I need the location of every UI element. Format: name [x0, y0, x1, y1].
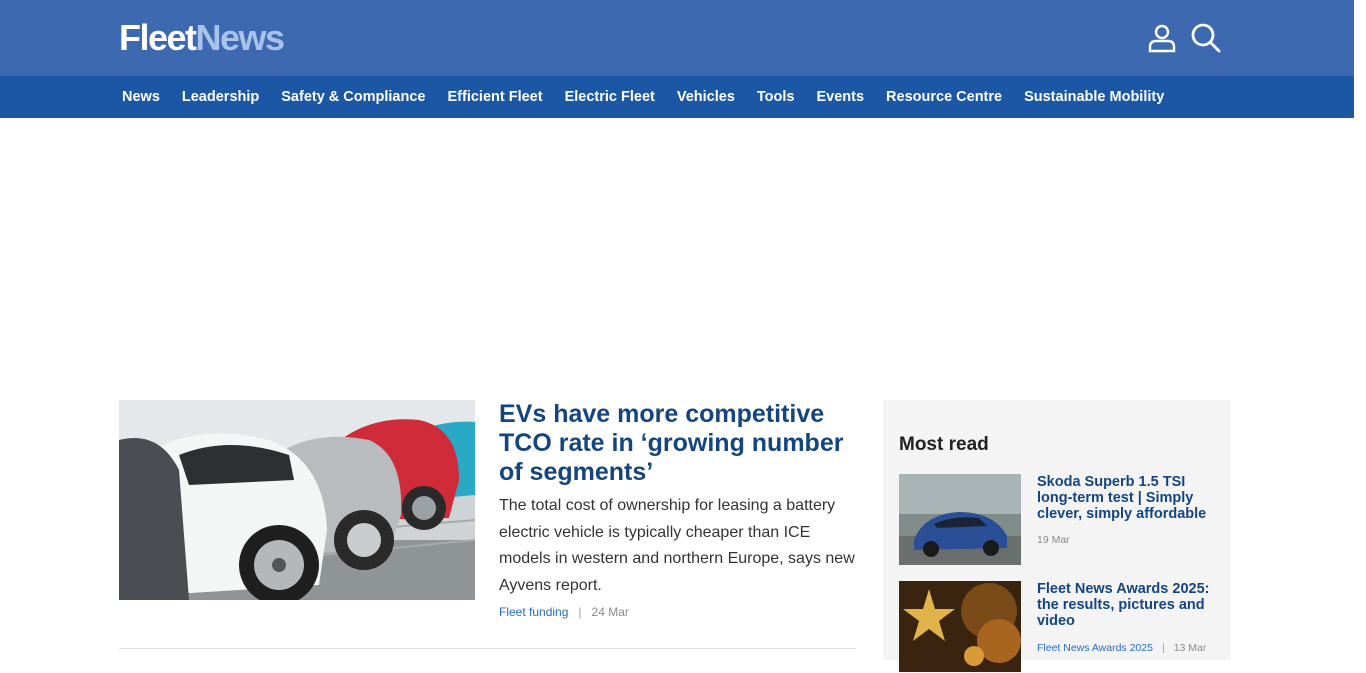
most-read-heading: Most read: [899, 434, 989, 455]
most-read-item[interactable]: Skoda Superb 1.5 TSI long-term test | Si…: [899, 474, 1219, 566]
nav-item-electric-fleet[interactable]: Electric Fleet: [554, 76, 666, 118]
most-read-title[interactable]: Fleet News Awards 2025: the results, pic…: [1037, 581, 1215, 629]
logo-part-news: News: [195, 17, 286, 58]
nav-item-safety-compliance[interactable]: Safety & Compliance: [270, 76, 436, 118]
main-navigation: News Leadership Safety & Compliance Effi…: [0, 76, 1354, 118]
nav-item-events[interactable]: Events: [805, 76, 875, 118]
lead-article-title[interactable]: EVs have more competitive TCO rate in ‘g…: [499, 400, 859, 487]
most-read-item[interactable]: Fleet News Awards 2025: the results, pic…: [899, 581, 1219, 673]
skoda-car-illustration: [899, 474, 1021, 565]
meta-separator: |: [578, 605, 582, 619]
most-read-date: 19 Mar: [1037, 534, 1070, 546]
most-read-meta: 19 Mar: [1037, 534, 1070, 546]
parked-cars-illustration: [119, 400, 475, 600]
most-read-category[interactable]: Fleet News Awards 2025: [1037, 642, 1153, 654]
lead-article-meta: Fleet funding | 24 Mar: [499, 605, 629, 619]
most-read-thumbnail: [899, 581, 1021, 672]
awards-illustration: [899, 581, 1021, 672]
logo-part-fleet: Fleet: [119, 17, 197, 58]
nav-list: News Leadership Safety & Compliance Effi…: [111, 76, 1175, 118]
fleetnews-logo[interactable]: FleetNews: [119, 17, 286, 58]
most-read-title[interactable]: Skoda Superb 1.5 TSI long-term test | Si…: [1037, 474, 1215, 522]
nav-item-tools[interactable]: Tools: [746, 76, 806, 118]
search-icon[interactable]: [1190, 22, 1222, 54]
user-icon[interactable]: [1146, 22, 1178, 54]
lead-article-image[interactable]: [119, 400, 475, 600]
lead-article-summary: The total cost of ownership for leasing …: [499, 497, 855, 594]
most-read-panel: Most read Skoda Superb 1.5 TSI long-term…: [883, 400, 1231, 672]
ad-slot: [0, 118, 1354, 400]
nav-item-leadership[interactable]: Leadership: [171, 76, 270, 118]
nav-item-sustainable-mobility[interactable]: Sustainable Mobility: [1013, 76, 1175, 118]
most-read-thumbnail: [899, 474, 1021, 565]
site-header: FleetNews: [0, 0, 1354, 76]
nav-item-efficient-fleet[interactable]: Efficient Fleet: [437, 76, 554, 118]
most-read-date: 13 Mar: [1173, 642, 1207, 654]
lead-article-category[interactable]: Fleet funding: [499, 605, 568, 619]
article-divider: [119, 648, 856, 649]
most-read-meta: Fleet News Awards 2025 | 13 Mar: [1037, 642, 1206, 654]
meta-separator: |: [1161, 642, 1165, 654]
nav-item-vehicles[interactable]: Vehicles: [666, 76, 746, 118]
lead-article-date: 24 Mar: [591, 605, 629, 619]
nav-item-news[interactable]: News: [111, 76, 171, 118]
nav-item-resource-centre[interactable]: Resource Centre: [875, 76, 1013, 118]
